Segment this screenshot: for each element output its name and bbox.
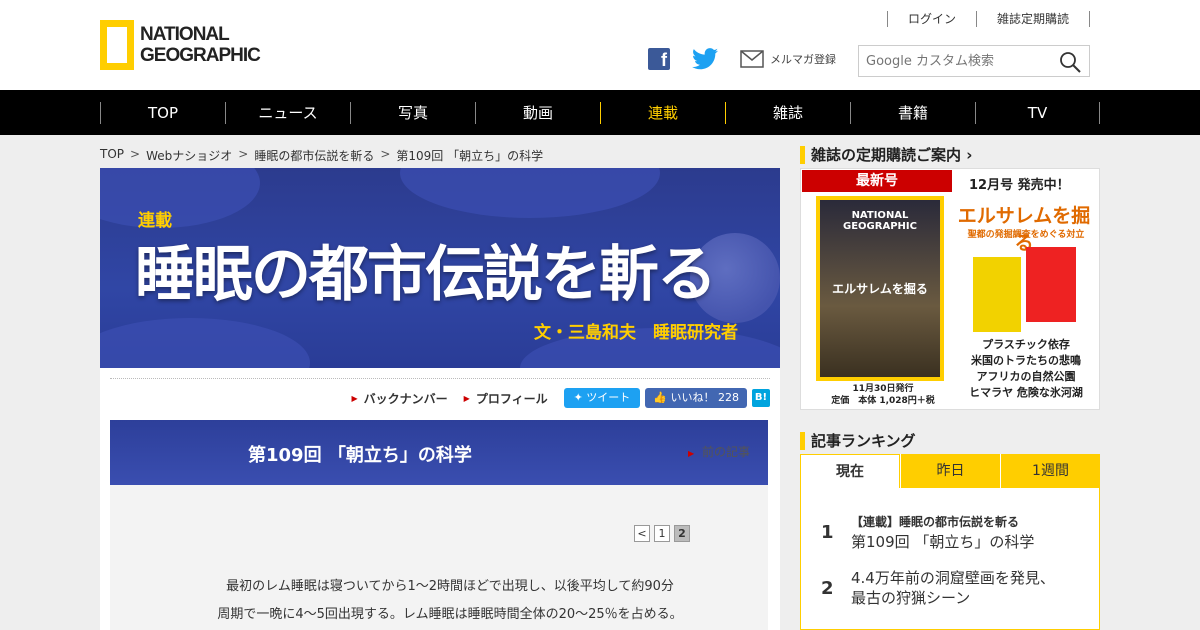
pager-page-1[interactable]: 1 xyxy=(654,525,670,542)
magazine-cover[interactable]: NATIONAL GEOGRAPHIC エルサレムを掘る xyxy=(816,196,944,381)
nav-item-series[interactable]: 連載 xyxy=(600,102,725,124)
rank-title-line2: 最古の狩猟シーン xyxy=(851,589,971,607)
series-banner: 連載 睡眠の都市伝説を斬る 文・三島和夫 睡眠研究者 xyxy=(100,168,780,368)
breadcrumb-item[interactable]: TOP xyxy=(100,147,124,164)
tab-week[interactable]: 1週間 xyxy=(1000,454,1100,488)
thumbs-up-icon: 👍 xyxy=(653,391,671,404)
magazine-promo[interactable]: 最新号 12月号 発売中！ NATIONAL GEOGRAPHIC エルサレムを… xyxy=(800,168,1100,410)
latest-issue-badge: 最新号 xyxy=(802,170,952,192)
search-icon[interactable] xyxy=(1059,51,1081,73)
nav-item-top[interactable]: TOP xyxy=(100,102,225,124)
chevron-right-icon: > xyxy=(130,147,141,161)
pager-page-2: 2 xyxy=(674,525,690,542)
article-body: < 1 2 最初のレム睡眠は寝ついてから1〜2時間ほどで出現し、以後平均して約9… xyxy=(110,485,768,630)
mailmag-link[interactable]: メルマガ登録 xyxy=(740,50,836,68)
ranking-heading: 記事ランキング xyxy=(800,432,916,450)
nav-item-news[interactable]: ニュース xyxy=(225,102,350,124)
ranking-list: 1 【連載】睡眠の都市伝説を斬る 第109回 「朝立ち」の科学 2 4.4万年前… xyxy=(800,488,1100,630)
like-button[interactable]: 👍 いいね！ 228 xyxy=(645,388,747,408)
subscribe-link[interactable]: 雑誌定期購読 xyxy=(977,10,1089,27)
nav-item-books[interactable]: 書籍 xyxy=(850,102,975,124)
search-input[interactable] xyxy=(866,47,1056,75)
cloud-decoration xyxy=(100,168,260,228)
cloud-decoration xyxy=(100,318,310,368)
tweet-button[interactable]: ✦ ツイート xyxy=(563,388,641,408)
site-header: NATIONAL GEOGRAPHIC ログイン 雑誌定期購読 f メルマガ登録 xyxy=(0,0,1200,90)
article-panel: ▶ バックナンバー ▶ プロフィール ✦ ツイート 👍 いいね！ 228 B! … xyxy=(100,368,780,630)
triangle-right-icon: ▶ xyxy=(688,449,695,458)
breadcrumb: TOP > Webナショジオ > 睡眠の都市伝説を斬る > 第109回 「朝立ち… xyxy=(100,147,543,164)
feature-subtitle: 聖都の発掘調査をめぐる対立 xyxy=(967,230,1085,240)
mail-icon xyxy=(740,50,764,68)
triangle-right-icon: ▶ xyxy=(463,393,470,403)
social-links: f メルマガ登録 xyxy=(648,48,836,70)
profile-link[interactable]: ▶ プロフィール xyxy=(464,390,548,407)
pager-prev-button[interactable]: < xyxy=(634,525,650,542)
banner-title: 睡眠の都市伝説を斬る xyxy=(135,240,717,310)
logo-yellow-frame-icon xyxy=(100,20,134,70)
pagination: < 1 2 xyxy=(634,525,690,542)
ranking-tabs: 現在 昨日 1週間 xyxy=(800,454,1100,488)
twitter-icon[interactable] xyxy=(692,48,718,70)
cover-meta: 11月30日発行 定価 本体 1,028円＋税 xyxy=(831,384,935,406)
facebook-icon[interactable]: f xyxy=(648,48,670,70)
cover-title: エルサレムを掘る xyxy=(832,282,928,296)
tab-yesterday[interactable]: 昨日 xyxy=(900,454,1000,488)
episode-header: 第109回 「朝立ち」の科学 ▶ 前の記事 xyxy=(110,420,768,485)
triangle-right-icon: ▶ xyxy=(351,393,358,403)
logo-text: NATIONAL GEOGRAPHIC xyxy=(140,24,261,66)
rank-number: 2 xyxy=(821,578,834,599)
nav-item-video[interactable]: 動画 xyxy=(475,102,600,124)
search-box xyxy=(858,45,1090,77)
top-links: ログイン 雑誌定期購読 xyxy=(886,10,1090,27)
banner-author: 文・三島和夫 睡眠研究者 xyxy=(534,323,738,343)
breadcrumb-item[interactable]: Webナショジオ xyxy=(146,147,232,164)
article-tools: ▶ バックナンバー ▶ プロフィール ✦ ツイート 👍 いいね！ 228 B! xyxy=(351,388,770,408)
issue-topics: プラスチック依存 米国のトラたちの悲鳴 アフリカの自然公園 ヒマラヤ 危険な氷河… xyxy=(969,338,1083,399)
twitter-bird-icon: ✦ xyxy=(573,391,587,404)
tab-now[interactable]: 現在 xyxy=(800,454,900,488)
nav-item-tv[interactable]: TV xyxy=(975,102,1100,124)
episode-title: 第109回 「朝立ち」の科学 xyxy=(248,445,472,466)
chevron-right-icon: > xyxy=(380,147,391,161)
rank-title: 4.4万年前の洞窟壁画を発見、 xyxy=(851,569,1055,587)
divider xyxy=(1089,10,1090,27)
feature-thumbnail-image xyxy=(1026,247,1076,322)
cloud-decoration xyxy=(400,168,660,218)
chevron-right-icon: > xyxy=(238,147,249,161)
breadcrumb-current: 第109回 「朝立ち」の科学 xyxy=(396,149,544,163)
rank-number: 1 xyxy=(821,522,834,543)
feature-thumbnail-image xyxy=(973,257,1021,332)
nav-item-magazine[interactable]: 雑誌 xyxy=(725,102,850,124)
breadcrumb-item[interactable]: 睡眠の都市伝説を斬る xyxy=(254,147,374,164)
article-paragraph: 最初のレム睡眠は寝ついてから1〜2時間ほどで出現し、以後平均して約90分 周期で… xyxy=(217,579,683,622)
divider xyxy=(110,378,770,379)
prev-article-link[interactable]: ▶ 前の記事 xyxy=(688,443,750,460)
rank-tag: 【連載】睡眠の都市伝説を斬る xyxy=(851,515,1020,529)
site-logo[interactable]: NATIONAL GEOGRAPHIC xyxy=(100,20,261,70)
cover-brand: NATIONAL GEOGRAPHIC xyxy=(843,210,917,232)
ranking-item[interactable]: 1 【連載】睡眠の都市伝説を斬る 第109回 「朝立ち」の科学 xyxy=(821,512,1034,552)
rank-title: 第109回 「朝立ち」の科学 xyxy=(851,533,1035,551)
backnumber-link[interactable]: ▶ バックナンバー xyxy=(351,390,447,407)
nav-item-photo[interactable]: 写真 xyxy=(350,102,475,124)
hatena-bookmark-button[interactable]: B! xyxy=(752,389,770,407)
login-link[interactable]: ログイン xyxy=(888,10,976,27)
issue-label: 12月号 発売中！ xyxy=(969,178,1070,193)
main-nav: TOP ニュース 写真 動画 連載 雑誌 書籍 TV xyxy=(0,90,1200,135)
subscription-heading[interactable]: 雑誌の定期購読ご案内 › xyxy=(800,146,972,164)
chevron-right-icon: › xyxy=(966,146,973,164)
ranking-item[interactable]: 2 4.4万年前の洞窟壁画を発見、 最古の狩猟シーン xyxy=(821,568,1055,608)
